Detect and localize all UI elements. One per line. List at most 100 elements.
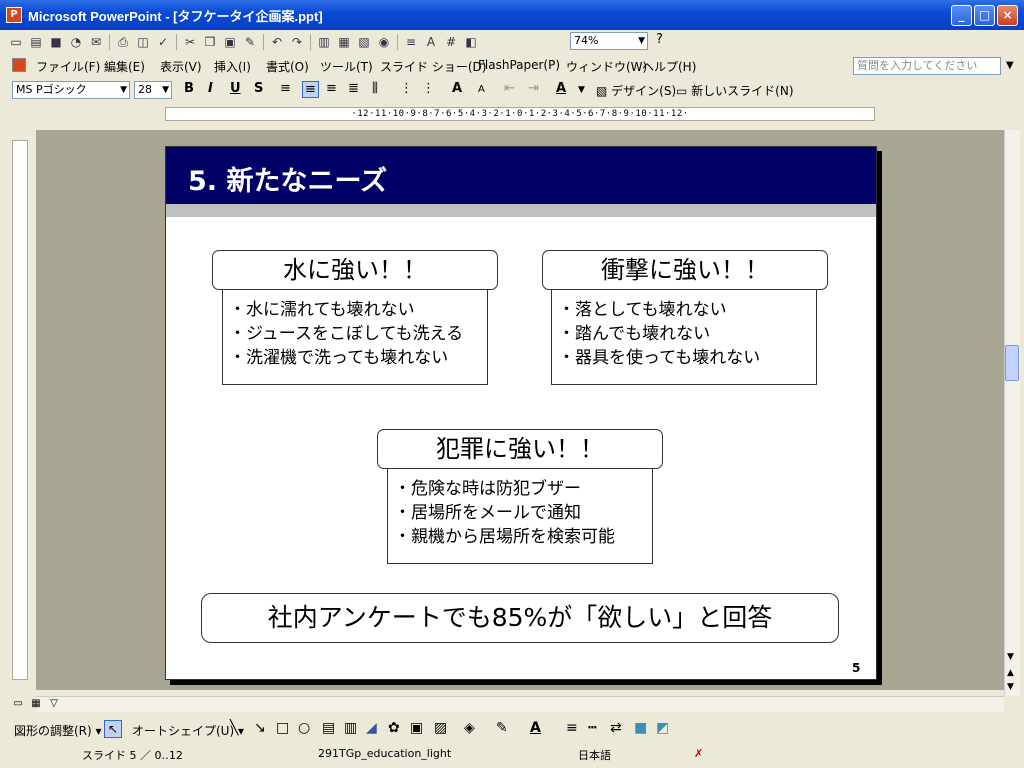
rectangle-icon[interactable]: □ xyxy=(276,720,289,736)
water-resistant-title[interactable]: 水に強い！！ xyxy=(212,250,498,290)
menu-flashpaper[interactable]: FlashPaper(P) xyxy=(478,58,560,72)
scroll-down-icon[interactable]: ▼ xyxy=(1007,652,1014,662)
menu-tools[interactable]: ツール(T) xyxy=(320,58,373,75)
increase-indent-icon[interactable]: ⇥ xyxy=(528,81,539,96)
save-icon[interactable]: ■ xyxy=(48,34,64,50)
menu-file[interactable]: ファイル(F) xyxy=(36,58,100,75)
new-slide-button[interactable]: ▭ 新しいスライド(N) xyxy=(676,82,794,99)
undo-icon[interactable]: ↶ xyxy=(269,34,285,50)
horizontal-scrollbar[interactable] xyxy=(36,696,1004,712)
justify-icon[interactable]: ≣ xyxy=(348,81,359,96)
line-icon[interactable]: ╲ xyxy=(230,720,238,736)
water-benefits-body[interactable]: ・水に濡れても壊れない ・ジュースをこぼしても洗える ・洗濯機で洗っても壊れない xyxy=(222,289,488,385)
bullets-icon[interactable]: ⋮ xyxy=(422,81,435,96)
maximize-button[interactable]: □ xyxy=(974,5,995,26)
shock-resistant-title[interactable]: 衝撃に強い！！ xyxy=(542,250,828,290)
show-formatting-icon[interactable]: A xyxy=(423,34,439,50)
chevron-down-icon[interactable]: ▼ xyxy=(638,33,645,49)
slide-title[interactable]: 5. 新たなニーズ xyxy=(188,159,387,198)
next-slide-icon[interactable]: ▼ xyxy=(1007,682,1014,692)
email-icon[interactable]: ✉ xyxy=(88,34,104,50)
expand-all-icon[interactable]: ≡ xyxy=(403,34,419,50)
insert-picture-icon[interactable]: ◉ xyxy=(376,34,392,50)
align-center-icon[interactable]: ≡ xyxy=(302,81,319,98)
font-color-draw-icon[interactable]: A xyxy=(530,720,541,736)
menu-insert[interactable]: 挿入(I) xyxy=(214,58,251,75)
font-name-combo[interactable]: MS Pゴシック ▼ xyxy=(12,81,130,99)
vertical-textbox-icon[interactable]: ▥ xyxy=(344,720,357,736)
permission-icon[interactable]: ◔ xyxy=(68,34,84,50)
zoom-combo[interactable]: 74% ▼ xyxy=(570,32,648,50)
decrease-font-icon[interactable]: A xyxy=(478,84,485,95)
line-color-icon[interactable]: ✎ xyxy=(496,720,508,736)
design-button[interactable]: ▧ デザイン(S) xyxy=(596,82,676,99)
grid-icon[interactable]: # xyxy=(443,34,459,50)
shock-benefits-body[interactable]: ・落としても壊れない ・踏んでも壊れない ・器具を使っても壊れない xyxy=(551,289,817,385)
copy-icon[interactable]: ❐ xyxy=(202,34,218,50)
picture-icon[interactable]: ▨ xyxy=(434,720,447,736)
color-grayscale-icon[interactable]: ◧ xyxy=(463,34,479,50)
powerpoint-app-icon[interactable]: P xyxy=(6,7,22,23)
slideshow-view-icon[interactable]: ▽ xyxy=(46,697,62,711)
font-size-combo[interactable]: 28 ▼ xyxy=(134,81,172,99)
horizontal-ruler[interactable]: ·12·11·10·9·8·7·6·5·4·3·2·1·0·1·2·3·4·5·… xyxy=(165,107,875,121)
slide-sorter-icon[interactable]: ▦ xyxy=(28,697,44,711)
vertical-ruler[interactable] xyxy=(12,140,28,680)
format-painter-icon[interactable]: ✎ xyxy=(242,34,258,50)
textbox-icon[interactable]: ▤ xyxy=(322,720,335,736)
chart-icon[interactable]: ▥ xyxy=(316,34,332,50)
distribute-icon[interactable]: ⫼ xyxy=(372,81,378,96)
select-objects-icon[interactable]: ↖ xyxy=(104,720,122,738)
font-color-dropdown-icon[interactable]: ▼ xyxy=(578,85,585,95)
vertical-scroll-thumb[interactable] xyxy=(1005,345,1019,381)
crime-benefits-body[interactable]: ・危険な時は防犯ブザー ・居場所をメールで通知 ・親機から居場所を検索可能 xyxy=(387,468,653,564)
font-color-icon[interactable]: A xyxy=(556,81,566,96)
menu-edit[interactable]: 編集(E) xyxy=(104,58,145,75)
help-icon[interactable]: ? xyxy=(656,32,663,47)
increase-font-icon[interactable]: A xyxy=(452,81,462,96)
line-style-icon[interactable]: ≡ xyxy=(566,720,578,736)
shadow-style-icon[interactable]: ■ xyxy=(634,720,647,736)
menu-format[interactable]: 書式(O) xyxy=(266,58,309,75)
previous-slide-icon[interactable]: ▲ xyxy=(1007,668,1014,678)
decrease-indent-icon[interactable]: ⇤ xyxy=(504,81,515,96)
minimize-button[interactable]: _ xyxy=(951,5,972,26)
italic-button[interactable]: I xyxy=(208,81,213,96)
spelling-status-icon[interactable]: ✗ xyxy=(694,747,703,760)
slide[interactable]: 5. 新たなニーズ ・水に濡れても壊れない ・ジュースをこぼしても洗える ・洗濯… xyxy=(165,146,877,680)
wordart-icon[interactable]: ◢ xyxy=(366,720,377,736)
crime-resistant-title[interactable]: 犯罪に強い！！ xyxy=(377,429,663,469)
bold-button[interactable]: B xyxy=(184,81,194,96)
help-dropdown-icon[interactable]: ▼ xyxy=(1006,60,1014,71)
menu-window[interactable]: ウィンドウ(W) xyxy=(566,58,647,75)
numbering-icon[interactable]: ⋮ xyxy=(400,81,413,96)
align-right-icon[interactable]: ≡ xyxy=(326,81,337,96)
table-icon[interactable]: ▦ xyxy=(336,34,352,50)
autoshapes-button[interactable]: オートシェイプ(U) ▾ xyxy=(132,722,244,739)
spelling-icon[interactable]: ✓ xyxy=(155,34,171,50)
tables-borders-icon[interactable]: ▧ xyxy=(356,34,372,50)
close-button[interactable]: × xyxy=(997,5,1018,26)
arrow-icon[interactable]: ↘ xyxy=(254,720,266,736)
chevron-down-icon[interactable]: ▼ xyxy=(120,82,127,98)
oval-icon[interactable]: ○ xyxy=(298,720,310,736)
fill-color-icon[interactable]: ◈ xyxy=(464,720,475,736)
paste-icon[interactable]: ▣ xyxy=(222,34,238,50)
diagram-icon[interactable]: ✿ xyxy=(388,720,400,736)
menu-help[interactable]: ヘルプ(H) xyxy=(642,58,696,75)
print-icon[interactable]: ⎙ xyxy=(115,34,131,50)
document-icon[interactable] xyxy=(12,58,26,72)
new-icon[interactable]: ▭ xyxy=(8,34,24,50)
align-left-icon[interactable]: ≡ xyxy=(280,81,291,96)
menu-slideshow[interactable]: スライド ショー(D) xyxy=(380,58,486,75)
print-preview-icon[interactable]: ◫ xyxy=(135,34,151,50)
redo-icon[interactable]: ↷ xyxy=(289,34,305,50)
3d-style-icon[interactable]: ◩ xyxy=(656,720,669,736)
open-icon[interactable]: ▤ xyxy=(28,34,44,50)
survey-result-box[interactable]: 社内アンケートでも85%が「欲しい」と回答 xyxy=(201,593,839,643)
help-question-input[interactable]: 質問を入力してください xyxy=(853,57,1001,75)
draw-menu-button[interactable]: 図形の調整(R) ▾ xyxy=(14,722,102,739)
clipart-icon[interactable]: ▣ xyxy=(410,720,423,736)
normal-view-icon[interactable]: ▭ xyxy=(10,697,26,711)
cut-icon[interactable]: ✂ xyxy=(182,34,198,50)
